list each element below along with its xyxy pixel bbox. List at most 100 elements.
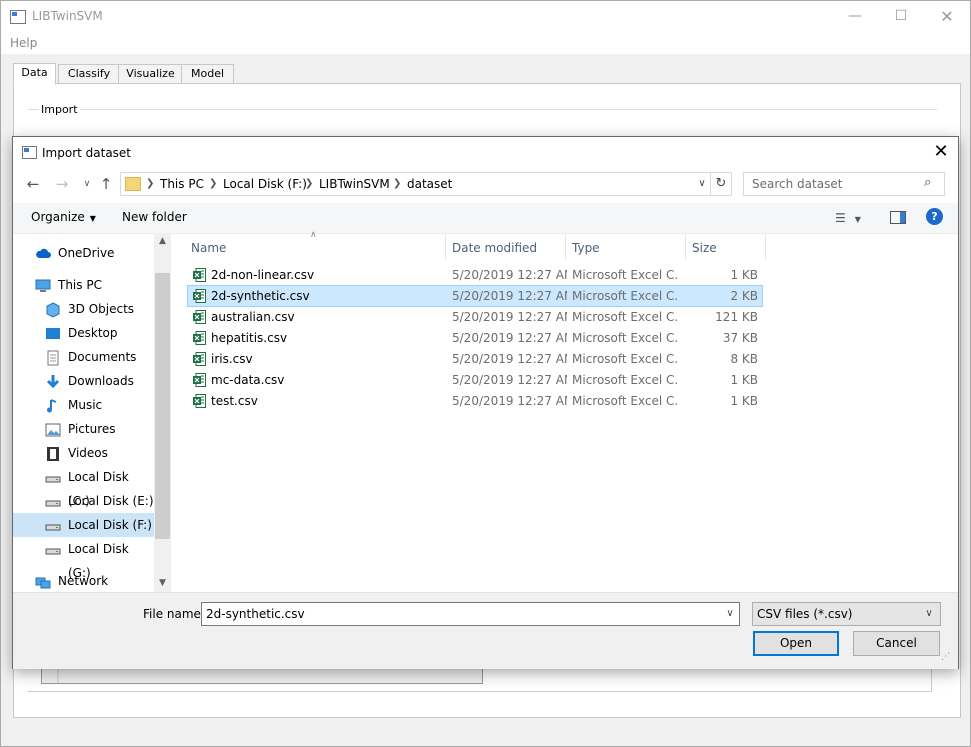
address-dropdown-chevron-icon[interactable]: ∨ <box>694 174 710 194</box>
file-type-select[interactable]: CSV files (*.csv) ∨ <box>752 602 941 626</box>
title-bar: LIBTwinSVM — ☐ ✕ <box>1 1 970 32</box>
scroll-down-icon[interactable]: ▼ <box>154 575 171 592</box>
file-date-modified: 5/20/2019 12:27 AM <box>452 352 567 366</box>
minimize-button[interactable]: — <box>832 1 878 32</box>
refresh-icon[interactable]: ↻ <box>710 172 732 196</box>
dialog-title: Import dataset <box>42 146 132 160</box>
file-name: test.csv <box>211 394 258 408</box>
menu-help[interactable]: Help <box>10 36 37 50</box>
nav-item-local-disk-f[interactable]: Local Disk (F:) <box>13 513 154 537</box>
file-row[interactable]: mc-data.csv 5/20/2019 12:27 AM Microsoft E… <box>187 369 763 391</box>
nav-item-local-disk-g[interactable]: Local Disk (G:) <box>13 537 154 580</box>
column-header-type[interactable]: Type <box>572 233 600 263</box>
file-name-dropdown-chevron-icon[interactable]: ∨ <box>722 603 738 625</box>
file-type-chevron-icon[interactable]: ∨ <box>921 603 937 625</box>
column-divider[interactable] <box>765 233 766 259</box>
cancel-button[interactable]: Cancel <box>853 631 940 656</box>
address-bar[interactable]: ❯ This PC ❯ Local Disk (F:) ❯ LIBTwinSVM… <box>120 172 711 196</box>
forward-arrow-icon[interactable]: → <box>51 174 73 194</box>
file-name-field[interactable]: 2d-synthetic.csv ∨ <box>201 602 740 626</box>
maximize-button[interactable]: ☐ <box>878 1 924 32</box>
tab-data[interactable]: Data <box>13 63 56 85</box>
import-group <box>28 109 937 130</box>
nav-item-3d-objects[interactable]: 3D Objects <box>13 297 154 321</box>
resize-grip-icon[interactable]: ⋰ <box>941 652 950 662</box>
view-options-icon[interactable]: ☰ ▼ <box>835 211 861 225</box>
breadcrumb-local-disk-f[interactable]: Local Disk (F:) <box>223 173 307 195</box>
nav-item-downloads[interactable]: Downloads <box>13 369 154 393</box>
file-row[interactable]: australian.csv 5/20/2019 12:27 AM Microsof… <box>187 306 763 328</box>
tab-model[interactable]: Model <box>181 64 234 84</box>
tab-classify[interactable]: Classify <box>58 64 120 84</box>
column-header-size[interactable]: Size <box>692 233 717 263</box>
nav-item-documents[interactable]: Documents <box>13 345 154 369</box>
folder-icon <box>125 177 141 191</box>
excel-csv-icon <box>193 373 206 387</box>
search-box[interactable]: Search dataset ⌕ <box>743 172 945 196</box>
nav-item-label: Downloads <box>68 374 134 388</box>
nav-item-label: 3D Objects <box>68 302 135 316</box>
app-icon <box>10 10 26 24</box>
breadcrumb-this-pc[interactable]: This PC <box>160 173 204 195</box>
breadcrumb-separator-icon[interactable]: ❯ <box>305 173 313 195</box>
nav-item-desktop[interactable]: Desktop <box>13 321 154 345</box>
excel-csv-icon <box>193 352 206 366</box>
preview-pane-icon[interactable] <box>890 211 906 224</box>
file-name-input[interactable]: 2d-synthetic.csv <box>206 603 305 625</box>
sort-ascending-icon: ∧ <box>310 230 317 240</box>
file-row[interactable]: hepatitis.csv 5/20/2019 12:27 AM Microsoft… <box>187 327 763 349</box>
scroll-up-icon[interactable]: ▲ <box>154 233 171 250</box>
file-name: 2d-non-linear.csv <box>211 268 315 282</box>
tab-visualize[interactable]: Visualize <box>118 64 183 84</box>
nav-scroll-thumb[interactable] <box>155 273 170 539</box>
background-frame-edge <box>931 669 932 692</box>
nav-item-local-disk-c[interactable]: Local Disk (C:) <box>13 465 154 508</box>
close-button[interactable]: ✕ <box>924 1 970 32</box>
column-divider[interactable] <box>565 233 566 259</box>
nav-item-label: Videos <box>68 446 108 460</box>
file-row[interactable]: 2d-non-linear.csv 5/20/2019 12:27 AM Micro… <box>187 264 763 286</box>
nav-item-pictures[interactable]: Pictures <box>13 417 154 441</box>
breadcrumb-libtwinsvm[interactable]: LIBTwinSVM <box>319 173 390 195</box>
nav-item-label: Music <box>68 398 103 412</box>
file-size: 2 KB <box>730 289 758 303</box>
computer-icon <box>35 278 51 292</box>
nav-item-local-disk-e[interactable]: Local Disk (E:) <box>13 489 154 513</box>
file-row[interactable]: iris.csv 5/20/2019 12:27 AM Microsoft Exce… <box>187 348 763 370</box>
drive-icon <box>45 470 61 484</box>
search-input[interactable]: Search dataset <box>752 173 842 195</box>
drive-icon <box>45 542 61 556</box>
column-divider[interactable] <box>685 233 686 259</box>
back-arrow-icon[interactable]: ← <box>22 174 44 194</box>
organize-button[interactable]: Organize ▼ <box>31 210 96 224</box>
drive-icon <box>45 518 61 532</box>
column-divider[interactable] <box>445 233 446 259</box>
dialog-close-button[interactable]: ✕ <box>926 139 956 165</box>
documents-icon <box>45 350 59 366</box>
nav-item-videos[interactable]: Videos <box>13 441 154 465</box>
breadcrumb-dataset[interactable]: dataset <box>407 173 452 195</box>
nav-item-network[interactable]: Network <box>13 569 154 593</box>
file-type: Microsoft Excel C... <box>572 310 677 324</box>
nav-item-label: Desktop <box>68 326 118 340</box>
file-name: australian.csv <box>211 310 295 324</box>
open-button[interactable]: Open <box>753 631 839 656</box>
search-icon[interactable]: ⌕ <box>924 175 931 190</box>
nav-item-onedrive[interactable]: OneDrive <box>13 241 154 265</box>
import-group-label: Import <box>39 103 80 116</box>
up-arrow-icon[interactable]: ↑ <box>95 174 117 194</box>
file-row[interactable]: test.csv 5/20/2019 12:27 AM Microsoft Exce… <box>187 390 763 412</box>
file-size: 1 KB <box>730 373 758 387</box>
nav-item-music[interactable]: Music <box>13 393 154 417</box>
file-row[interactable]: 2d-synthetic.csv 5/20/2019 12:27 AM Micros… <box>187 285 763 307</box>
file-name: iris.csv <box>211 352 253 366</box>
column-header-name[interactable]: Name <box>191 233 226 263</box>
help-icon[interactable]: ? <box>926 208 943 225</box>
breadcrumb-separator-icon[interactable]: ❯ <box>146 173 154 195</box>
new-folder-button[interactable]: New folder <box>122 210 187 224</box>
breadcrumb-separator-icon[interactable]: ❯ <box>209 173 217 195</box>
column-header-date-modified[interactable]: Date modified <box>452 233 537 263</box>
nav-item-label: Network <box>58 574 109 588</box>
nav-item-this-pc[interactable]: This PC <box>13 273 154 297</box>
breadcrumb-separator-icon[interactable]: ❯ <box>393 173 401 195</box>
